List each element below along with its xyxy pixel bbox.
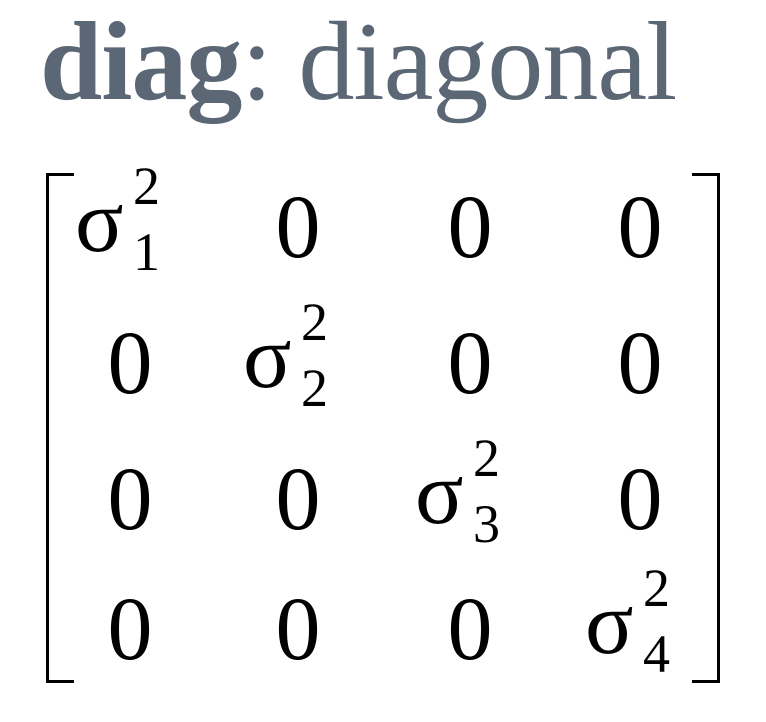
sigma-squared-term: σ24 [585,561,695,685]
superscript: 2 [301,292,328,352]
zero-entry: 0 [275,580,321,679]
matrix-cell-r4-c4: σ24 [555,561,725,685]
superscript: 2 [643,558,670,618]
zero-entry: 0 [447,178,493,277]
sigma-squared-term: σ23 [415,431,525,555]
matrix-cell-r4-c2: 0 [213,575,383,685]
matrix-cell-r3-c1: 0 [45,445,215,555]
matrix-cell-r1-c1: σ21 [45,159,215,283]
superscript: 2 [133,156,160,216]
superscript: 2 [473,428,500,488]
matrix-cell-r3-c3: σ23 [385,431,555,555]
subscript: 3 [473,494,500,554]
zero-entry: 0 [447,580,493,679]
matrix-cell-r2-c1: 0 [45,309,215,419]
sigma-symbol: σ [585,574,634,673]
diagonal-matrix: σ210000σ220000σ230000σ24 [0,0,766,722]
zero-entry: 0 [275,450,321,549]
matrix-cell-r4-c3: 0 [385,575,555,685]
subscript: 2 [301,358,328,418]
matrix-cell-r1-c3: 0 [385,173,555,283]
sigma-symbol: σ [75,172,124,271]
subscript: 4 [643,624,670,684]
matrix-cell-r3-c4: 0 [555,445,725,555]
sigma-symbol: σ [243,308,292,407]
zero-entry: 0 [107,314,153,413]
subscript: 1 [133,222,160,282]
zero-entry: 0 [275,178,321,277]
zero-entry: 0 [617,178,663,277]
matrix-cell-r1-c4: 0 [555,173,725,283]
matrix-cell-r4-c1: 0 [45,575,215,685]
zero-entry: 0 [107,450,153,549]
sigma-squared-term: σ21 [75,159,185,283]
matrix-cell-r2-c2: σ22 [213,295,383,419]
matrix-cell-r3-c2: 0 [213,445,383,555]
matrix-cell-r2-c4: 0 [555,309,725,419]
zero-entry: 0 [447,314,493,413]
sigma-symbol: σ [415,444,464,543]
zero-entry: 0 [617,314,663,413]
zero-entry: 0 [107,580,153,679]
zero-entry: 0 [617,450,663,549]
matrix-cell-r1-c2: 0 [213,173,383,283]
sigma-squared-term: σ22 [243,295,353,419]
matrix-cell-r2-c3: 0 [385,309,555,419]
